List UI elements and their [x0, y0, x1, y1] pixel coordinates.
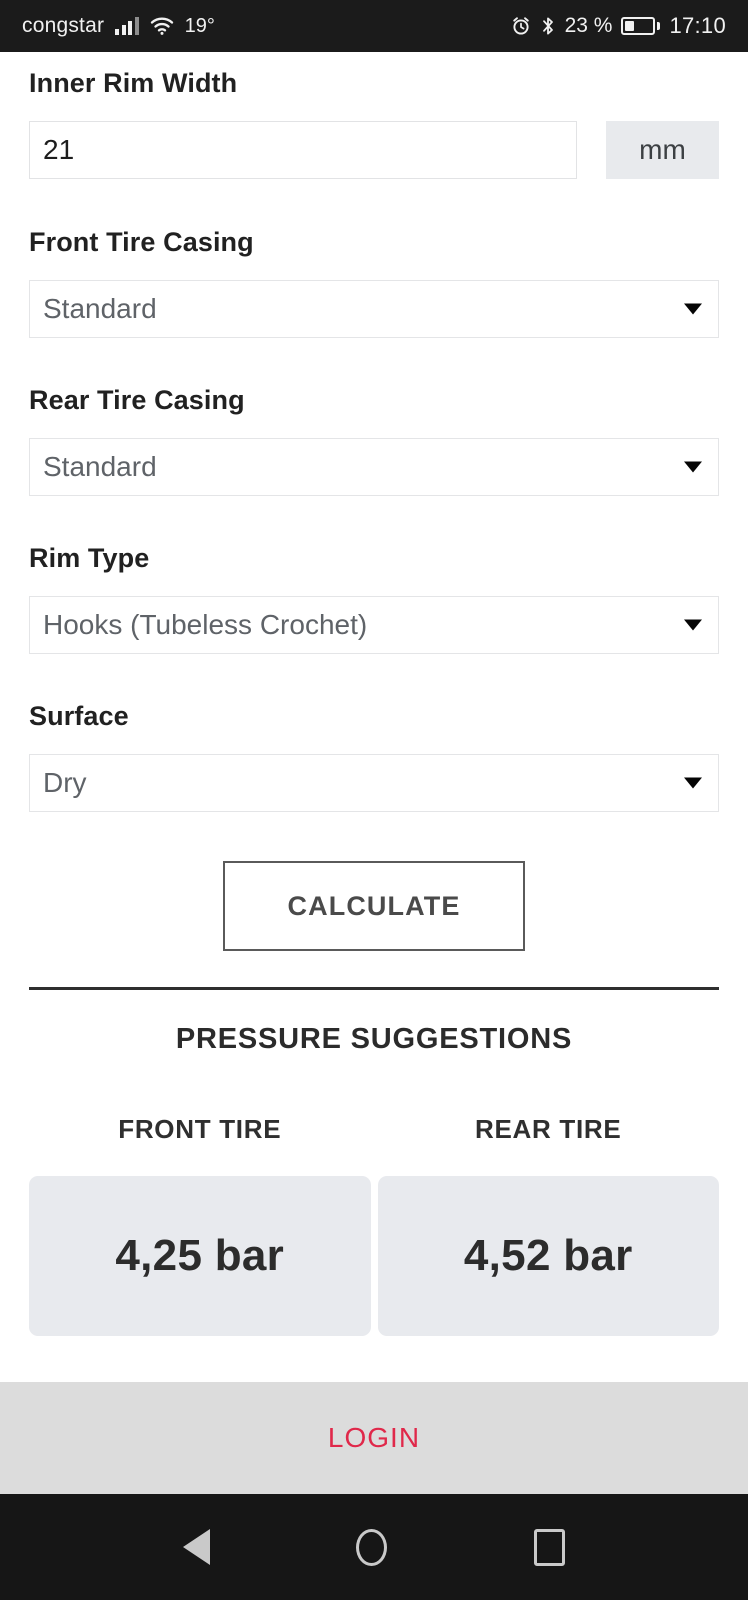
recents-square-icon[interactable] — [533, 1528, 565, 1566]
front-tire-casing-label: Front Tire Casing — [29, 227, 254, 257]
alarm-icon — [511, 16, 531, 36]
login-bar[interactable]: LOGIN — [0, 1382, 748, 1494]
surface-select[interactable]: Dry — [29, 754, 719, 812]
calculate-button[interactable]: CALCULATE — [223, 861, 525, 951]
results-title: PRESSURE SUGGESTIONS — [175, 1023, 573, 1055]
status-bar-left: congstar 19° — [22, 14, 215, 38]
surface-value: Dry — [43, 767, 87, 798]
result-column-rear: REAR TIRE 4,52 bar — [377, 1114, 719, 1336]
login-button[interactable]: LOGIN — [328, 1422, 420, 1454]
chevron-down-icon[interactable] — [684, 777, 702, 789]
android-nav-bar — [0, 1494, 748, 1600]
field-rim-type: Rim Type Hooks (Tubeless Crochet) — [29, 543, 719, 654]
inner-rim-width-input[interactable]: 21 — [29, 121, 577, 179]
bluetooth-icon — [540, 16, 556, 36]
rim-type-label: Rim Type — [29, 543, 150, 573]
inner-rim-width-label: Inner Rim Width — [29, 68, 238, 98]
home-circle-icon[interactable] — [356, 1528, 388, 1566]
back-triangle-icon[interactable] — [183, 1529, 211, 1565]
rim-type-value: Hooks (Tubeless Crochet) — [43, 609, 368, 640]
section-divider — [29, 987, 719, 990]
inner-rim-width-unit: mm — [606, 121, 719, 179]
front-tire-casing-value: Standard — [43, 293, 157, 324]
rear-tire-casing-label: Rear Tire Casing — [29, 385, 245, 415]
battery-icon — [621, 17, 661, 35]
status-bar: congstar 19° 23 % 17:10 — [0, 0, 748, 52]
surface-label: Surface — [29, 701, 129, 731]
field-inner-rim-width: Inner Rim Width 21 mm — [29, 68, 719, 179]
chevron-down-icon[interactable] — [684, 461, 702, 473]
front-tire-casing-select[interactable]: Standard — [29, 280, 719, 338]
carrier-label: congstar — [22, 14, 105, 37]
front-tire-header: FRONT TIRE — [118, 1114, 282, 1144]
calculate-row: CALCULATE — [29, 861, 719, 951]
battery-percent-label: 23 % — [564, 14, 613, 37]
chevron-down-icon[interactable] — [684, 619, 702, 631]
rear-tire-casing-select[interactable]: Standard — [29, 438, 719, 496]
result-column-front: FRONT TIRE 4,25 bar — [29, 1114, 371, 1336]
clock-label: 17:10 — [669, 13, 726, 38]
field-rear-tire-casing: Rear Tire Casing Standard — [29, 385, 719, 496]
rear-tire-casing-value: Standard — [43, 451, 157, 482]
field-front-tire-casing: Front Tire Casing Standard — [29, 227, 719, 338]
main-content: Inner Rim Width 21 mm Front Tire Casing … — [0, 52, 748, 1382]
wifi-icon — [150, 17, 174, 35]
status-bar-right: 23 % 17:10 — [511, 13, 726, 39]
temperature-label: 19° — [184, 14, 215, 37]
rear-tire-header: REAR TIRE — [475, 1114, 622, 1144]
rear-tire-value-card: 4,52 bar — [377, 1176, 719, 1336]
results-grid: FRONT TIRE 4,25 bar REAR TIRE 4,52 bar — [29, 1114, 719, 1336]
field-surface: Surface Dry — [29, 701, 719, 812]
rim-type-select[interactable]: Hooks (Tubeless Crochet) — [29, 596, 719, 654]
signal-bars-icon — [115, 17, 139, 35]
chevron-down-icon[interactable] — [684, 303, 702, 315]
front-tire-value-card: 4,25 bar — [29, 1176, 371, 1336]
inner-rim-width-row: 21 mm — [29, 121, 719, 179]
